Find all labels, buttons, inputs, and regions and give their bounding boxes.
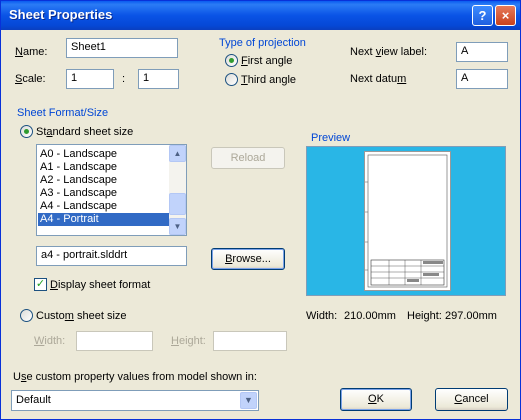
- list-item[interactable]: A1 - Landscape: [38, 161, 169, 174]
- preview-width-label: Width:: [306, 310, 338, 322]
- custom-height-field: [213, 331, 287, 351]
- name-label: Name:: [15, 46, 48, 58]
- radio-selected-dot: [229, 58, 234, 63]
- preview-label: Preview: [311, 132, 351, 144]
- sheet-size-list[interactable]: A0 - Landscape A1 - Landscape A2 - Lands…: [36, 144, 187, 236]
- sheet-format-drawing: [365, 154, 448, 288]
- standard-sheet-size-label[interactable]: Standard sheet size: [36, 126, 133, 138]
- scale-denominator-field[interactable]: 1: [138, 69, 179, 89]
- chevron-down-icon: ▼: [244, 395, 253, 405]
- height-label: Height:: [171, 335, 206, 347]
- display-sheet-format-label[interactable]: Display sheet format: [50, 279, 150, 291]
- scale-label: Scale:: [15, 73, 46, 85]
- display-sheet-format-checkbox[interactable]: ✓: [34, 278, 47, 291]
- sheet-format-group-label: Sheet Format/Size: [17, 107, 109, 119]
- third-angle-label[interactable]: Third angle: [241, 74, 296, 86]
- custom-property-selected: Default: [16, 394, 51, 406]
- first-angle-label[interactable]: First angle: [241, 55, 292, 67]
- browse-button[interactable]: Browse...: [211, 248, 285, 270]
- custom-sheet-size-label[interactable]: Custom sheet size: [36, 310, 127, 322]
- preview-height-label: Height:: [407, 310, 442, 322]
- list-scrollbar[interactable]: ▲ ▼: [169, 145, 186, 235]
- scroll-up-button[interactable]: ▲: [169, 145, 186, 162]
- list-item[interactable]: A2 - Landscape: [38, 174, 169, 187]
- name-field[interactable]: Sheet1: [66, 38, 178, 58]
- standard-sheet-size-radio[interactable]: [20, 125, 33, 138]
- help-icon: ?: [478, 8, 487, 23]
- preview-height-value: 297.00mm: [445, 310, 497, 322]
- reload-button[interactable]: Reload: [211, 147, 285, 169]
- window-title: Sheet Properties: [9, 7, 113, 22]
- projection-group-label: Type of projection: [219, 37, 306, 49]
- list-item-selected[interactable]: A4 - Portrait: [38, 213, 169, 226]
- sheet-preview-page: [364, 151, 451, 291]
- radio-selected-dot: [24, 129, 29, 134]
- checkmark-icon: ✓: [35, 278, 46, 290]
- next-view-field[interactable]: A: [456, 42, 508, 62]
- title-bar[interactable]: Sheet Properties ? ×: [1, 1, 520, 30]
- list-item[interactable]: A3 - Landscape: [38, 187, 169, 200]
- custom-sheet-size-radio[interactable]: [20, 309, 33, 322]
- preview-width-value: 210.00mm: [344, 310, 396, 322]
- custom-width-field: [76, 331, 153, 351]
- width-label: Width:: [34, 335, 66, 347]
- scale-separator: :: [122, 73, 126, 85]
- custom-property-label: Use custom property values from model sh…: [13, 371, 257, 383]
- scroll-down-button[interactable]: ▼: [169, 218, 186, 235]
- first-angle-radio[interactable]: [225, 54, 238, 67]
- sheet-format-file-field[interactable]: a4 - portrait.slddrt: [36, 246, 187, 266]
- close-button[interactable]: ×: [495, 5, 516, 26]
- ok-button[interactable]: OK: [340, 388, 412, 411]
- list-item[interactable]: A4 - Landscape: [38, 200, 169, 213]
- next-datum-field[interactable]: A: [456, 69, 508, 89]
- next-datum-label: Next datum: [350, 73, 407, 85]
- chevron-up-icon: ▲: [173, 149, 182, 158]
- close-icon: ×: [501, 8, 510, 23]
- cancel-button[interactable]: Cancel: [435, 388, 508, 411]
- next-view-label: Next view label:: [350, 46, 428, 58]
- custom-property-model-select[interactable]: Default ▼: [11, 390, 259, 411]
- third-angle-radio[interactable]: [225, 73, 238, 86]
- sheet-properties-dialog: Sheet Properties ? × Name: Sheet1 Scale:…: [0, 0, 521, 420]
- chevron-down-icon: ▼: [173, 222, 182, 231]
- scale-numerator-field[interactable]: 1: [66, 69, 114, 89]
- dropdown-button[interactable]: ▼: [240, 392, 257, 409]
- help-button[interactable]: ?: [472, 5, 493, 26]
- list-item[interactable]: A0 - Landscape: [38, 148, 169, 161]
- scroll-thumb[interactable]: [169, 193, 186, 215]
- sheet-preview: [306, 146, 506, 296]
